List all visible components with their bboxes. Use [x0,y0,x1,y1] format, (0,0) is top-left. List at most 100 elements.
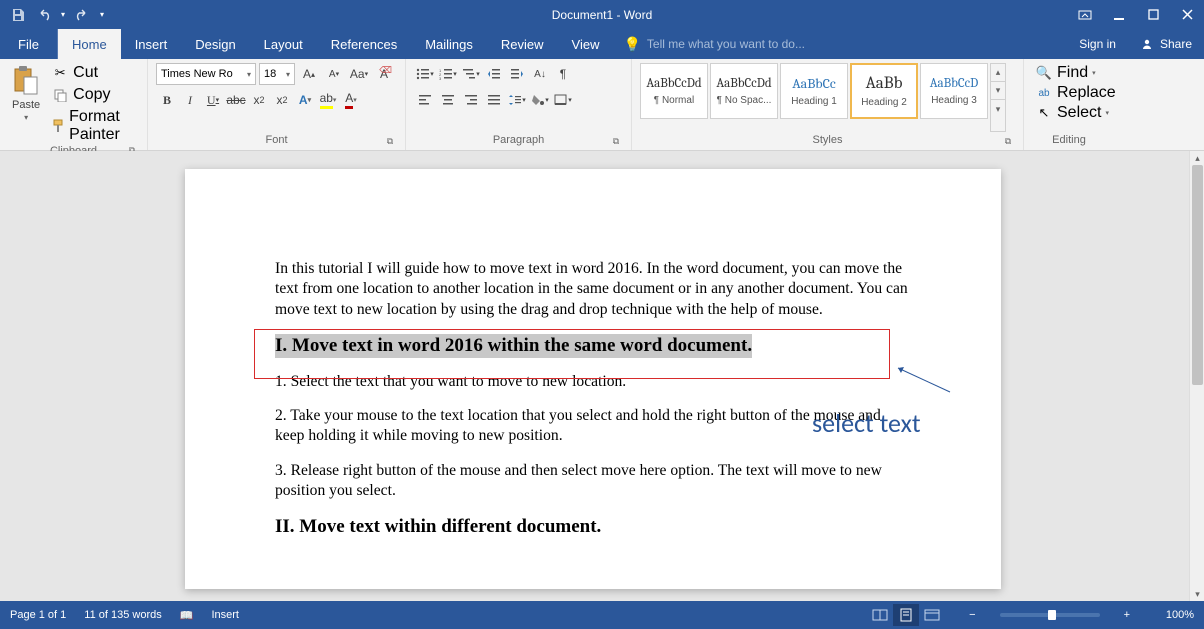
maximize-button[interactable] [1136,0,1170,29]
undo-button[interactable] [32,3,56,27]
annotation-text: select text [812,407,921,439]
strikethrough-button[interactable]: abc [225,89,247,111]
multilevel-list-button[interactable]: ▾ [460,63,482,85]
shading-button[interactable]: ▾ [529,89,551,111]
font-group-label: Font [265,134,287,146]
scroll-thumb[interactable] [1192,165,1203,385]
view-print-layout[interactable] [893,604,919,626]
save-button[interactable] [6,3,30,27]
copy-icon [51,86,69,104]
doc-step-3[interactable]: 3. Release right button of the mouse and… [275,461,911,502]
tab-file[interactable]: File [0,29,58,59]
tab-layout[interactable]: Layout [250,29,317,59]
font-color-button[interactable]: A▾ [340,89,362,111]
styles-gallery-scroll[interactable]: ▴▾▾ [990,63,1006,132]
undo-dropdown[interactable]: ▾ [58,3,68,27]
numbering-button[interactable]: 123▾ [437,63,459,85]
styles-launcher[interactable]: ⧉ [1001,134,1015,148]
brush-icon [51,117,65,135]
zoom-out-button[interactable]: − [963,609,981,621]
align-center-button[interactable] [437,89,459,111]
select-button[interactable]: ↖Select▾ [1032,103,1112,123]
sort-button[interactable]: A↓ [529,63,551,85]
style-heading-1[interactable]: AaBbCcHeading 1 [780,63,848,119]
tab-review[interactable]: Review [487,29,558,59]
highlight-color-button[interactable]: ab▾ [317,89,339,111]
status-words[interactable]: 11 of 135 words [84,609,161,621]
scroll-down-arrow[interactable]: ▾ [1190,587,1204,601]
share-button[interactable]: Share [1128,29,1204,59]
qat-custom-dropdown[interactable]: ▾ [96,3,108,27]
cut-button[interactable]: ✂Cut [48,63,139,83]
zoom-in-button[interactable]: + [1118,609,1136,621]
close-button[interactable] [1170,0,1204,29]
font-size-combo[interactable]: 18▾ [259,63,295,85]
paste-button[interactable]: Paste ▾ [8,63,44,124]
clear-formatting-button[interactable]: A⌫ [373,63,395,85]
shrink-font-button[interactable]: A▾ [323,63,345,85]
view-read-mode[interactable] [867,604,893,626]
style-normal[interactable]: AaBbCcDd¶ Normal [640,63,708,119]
text-effects-button[interactable]: A▾ [294,89,316,111]
document-page[interactable]: In this tutorial I will guide how to mov… [185,169,1001,589]
tab-insert[interactable]: Insert [121,29,182,59]
minimize-button[interactable] [1102,0,1136,29]
tab-view[interactable]: View [558,29,614,59]
borders-button[interactable]: ▾ [552,89,574,111]
paragraph-launcher[interactable]: ⧉ [609,134,623,148]
doc-heading-2[interactable]: II. Move text within different document. [275,515,911,540]
zoom-slider[interactable] [1000,613,1100,617]
lightbulb-icon: 💡 [623,36,640,53]
change-case-button[interactable]: Aa▾ [348,63,370,85]
style-no-spacing[interactable]: AaBbCcDd¶ No Spac... [710,63,778,119]
paragraph-group-label: Paragraph [493,134,544,146]
search-icon: 🔍 [1035,64,1053,82]
tell-me-placeholder: Tell me what you want to do... [647,37,805,51]
status-mode[interactable]: Insert [211,609,239,621]
replace-button[interactable]: abReplace [1032,83,1119,103]
window-title: Document1 - Word [552,8,652,22]
italic-button[interactable]: I [179,89,201,111]
bullets-button[interactable]: ▾ [414,63,436,85]
tab-references[interactable]: References [317,29,411,59]
scroll-up-arrow[interactable]: ▴ [1190,151,1204,165]
svg-text:3: 3 [439,76,442,80]
tab-mailings[interactable]: Mailings [411,29,487,59]
font-name-combo[interactable]: Times New Ro▾ [156,63,256,85]
line-spacing-button[interactable]: ▾ [506,89,528,111]
font-launcher[interactable]: ⧉ [383,134,397,148]
status-proofing-icon[interactable]: 📖 [180,609,194,622]
ribbon-options-button[interactable] [1068,0,1102,29]
tab-design[interactable]: Design [181,29,249,59]
doc-paragraph-intro[interactable]: In this tutorial I will guide how to mov… [275,259,911,320]
copy-button[interactable]: Copy [48,85,139,105]
justify-button[interactable] [483,89,505,111]
share-icon [1140,37,1154,51]
document-area[interactable]: In this tutorial I will guide how to mov… [0,151,1189,601]
redo-button[interactable] [70,3,94,27]
format-painter-button[interactable]: Format Painter [48,107,139,145]
tab-home[interactable]: Home [58,29,121,59]
increase-indent-button[interactable] [506,63,528,85]
zoom-level[interactable]: 100% [1154,609,1194,621]
sign-in-button[interactable]: Sign in [1067,29,1128,59]
decrease-indent-button[interactable] [483,63,505,85]
subscript-button[interactable]: x2 [248,89,270,111]
superscript-button[interactable]: x2 [271,89,293,111]
view-web-layout[interactable] [919,604,945,626]
style-heading-2[interactable]: AaBbHeading 2 [850,63,918,119]
editing-group-label: Editing [1052,134,1086,146]
paste-icon [12,65,40,97]
show-marks-button[interactable]: ¶ [552,63,574,85]
status-page[interactable]: Page 1 of 1 [10,609,66,621]
vertical-scrollbar[interactable]: ▴ ▾ [1189,151,1204,601]
tell-me-search[interactable]: 💡 Tell me what you want to do... [613,29,815,59]
style-heading-3[interactable]: AaBbCcDHeading 3 [920,63,988,119]
grow-font-button[interactable]: A▴ [298,63,320,85]
align-right-button[interactable] [460,89,482,111]
find-button[interactable]: 🔍Find▾ [1032,63,1099,83]
underline-button[interactable]: U▾ [202,89,224,111]
bold-button[interactable]: B [156,89,178,111]
replace-icon: ab [1035,84,1053,102]
align-left-button[interactable] [414,89,436,111]
